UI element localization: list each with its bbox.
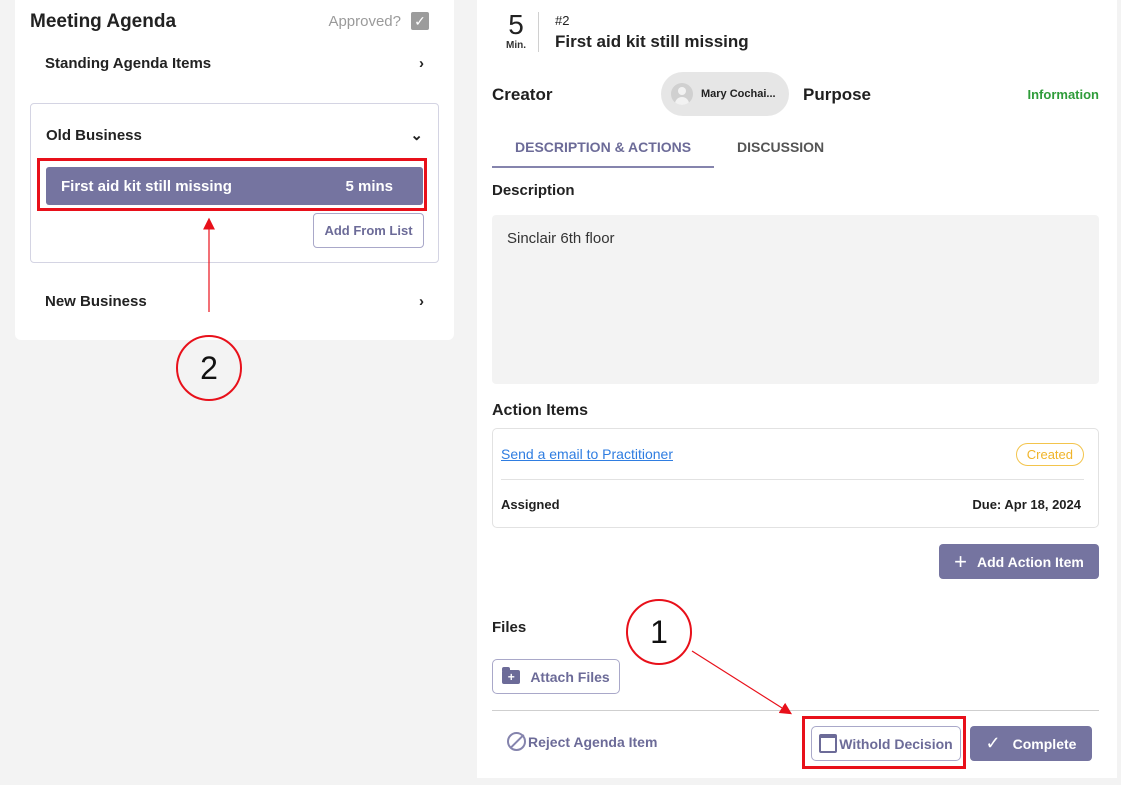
- creator-chip[interactable]: Mary Cochai...: [661, 72, 789, 116]
- description-field[interactable]: Sinclair 6th floor: [492, 215, 1099, 384]
- agenda-title: Meeting Agenda: [30, 11, 177, 32]
- approved-checkbox[interactable]: ✓: [411, 12, 429, 30]
- card-divider: [501, 479, 1084, 480]
- avatar-icon: [671, 83, 693, 105]
- highlight-box-1: [802, 716, 966, 769]
- check-icon: ✓: [414, 12, 426, 29]
- complete-button[interactable]: ✓ Complete: [970, 726, 1092, 761]
- add-action-item-label: Add Action Item: [977, 553, 1084, 570]
- purpose-label: Purpose: [803, 85, 872, 104]
- duration-unit: Min.: [506, 40, 526, 51]
- agenda-item-detail: 5 Min. #2 First aid kit still missing Cr…: [477, 0, 1117, 778]
- chevron-right-icon: ›: [419, 293, 424, 310]
- approved-toggle[interactable]: Approved? ✓: [328, 12, 429, 30]
- files-label: Files: [492, 619, 527, 636]
- duration-display: 5 Min.: [502, 9, 530, 52]
- section-label: Old Business: [46, 126, 142, 144]
- duration-value: 5: [508, 9, 524, 40]
- reject-label: Reject Agenda Item: [528, 733, 658, 750]
- callout-2: 2: [176, 335, 242, 401]
- prohibited-icon: [507, 732, 526, 751]
- highlight-box-2: [37, 158, 427, 211]
- callout-1: 1: [626, 599, 692, 665]
- approved-label: Approved?: [328, 12, 401, 30]
- action-item-card: Send a email to Practitioner Created Ass…: [492, 428, 1099, 528]
- section-label: Standing Agenda Items: [45, 55, 212, 72]
- reject-agenda-item-button[interactable]: Reject Agenda Item: [507, 732, 657, 751]
- assignee-label: Assigned: [501, 497, 560, 512]
- creator-label: Creator: [492, 85, 553, 104]
- footer-divider: [492, 710, 1099, 711]
- folder-plus-icon: +: [502, 666, 521, 684]
- title-divider: [538, 12, 539, 52]
- due-date: Due: Apr 18, 2024: [972, 497, 1081, 512]
- section-old-business-header[interactable]: Old Business ⌄: [46, 126, 423, 145]
- description-label: Description: [492, 182, 575, 199]
- tab-description-actions[interactable]: DESCRIPTION & ACTIONS: [492, 128, 715, 168]
- add-from-list-button[interactable]: Add From List: [313, 213, 424, 248]
- section-label: New Business: [45, 293, 147, 310]
- add-action-item-button[interactable]: + Add Action Item: [939, 544, 1099, 579]
- section-new-business[interactable]: New Business ›: [45, 293, 424, 310]
- chevron-right-icon: ›: [419, 55, 424, 72]
- detail-tabs: DESCRIPTION & ACTIONS DISCUSSION: [492, 128, 847, 168]
- action-item-link[interactable]: Send a email to Practitioner: [501, 446, 673, 462]
- purpose-value: Information: [1027, 87, 1100, 102]
- section-standing-agenda-items[interactable]: Standing Agenda Items ›: [45, 55, 424, 72]
- item-number: #2: [555, 13, 570, 28]
- plus-icon: +: [954, 548, 968, 574]
- creator-name: Mary Cochai...: [701, 88, 776, 100]
- action-items-label: Action Items: [492, 402, 589, 419]
- chevron-down-icon: ⌄: [410, 127, 423, 144]
- item-title: First aid kit still missing: [555, 32, 749, 51]
- attach-files-button[interactable]: + Attach Files: [492, 659, 620, 694]
- complete-label: Complete: [1012, 735, 1077, 752]
- status-badge: Created: [1015, 443, 1084, 466]
- checkmark-icon: ✓: [985, 733, 1001, 753]
- tab-discussion[interactable]: DISCUSSION: [714, 128, 847, 168]
- attach-files-label: Attach Files: [530, 668, 610, 685]
